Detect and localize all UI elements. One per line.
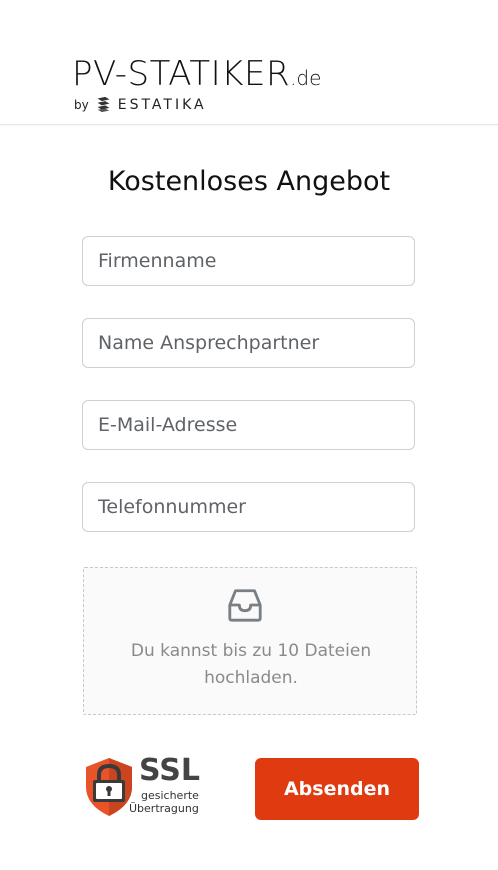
inbox-icon <box>228 589 262 622</box>
ssl-badge: SSL gesicherte Übertragung <box>84 753 206 819</box>
upload-hint: Du kannst bis zu 10 Dateien hochladen. <box>94 638 408 692</box>
brand-logo[interactable]: PV-STATIKER.de <box>72 54 321 98</box>
ssl-title: SSL <box>139 753 200 788</box>
estatika-label: ESTATIKA <box>117 96 207 113</box>
ssl-subtitle-line1: gesicherte <box>141 789 199 802</box>
padlock-shield-icon <box>86 758 132 816</box>
by-estatika: by ESTATIKA <box>74 96 207 113</box>
email-input[interactable] <box>82 400 415 450</box>
estatika-logo-icon <box>97 96 110 113</box>
upload-hint-line1: Du kannst bis zu 10 Dateien <box>130 641 372 661</box>
form-title: Kostenloses Angebot <box>107 166 391 197</box>
brand-tld: .de <box>290 66 322 90</box>
submit-button[interactable]: Absenden <box>255 758 419 820</box>
upload-hint-line2: hochladen. <box>204 668 298 688</box>
file-upload-dropzone[interactable]: Du kannst bis zu 10 Dateien hochladen. <box>83 567 417 715</box>
by-label: by <box>74 97 89 112</box>
site-header: PV-STATIKER.de by ESTATIKA <box>0 0 498 125</box>
company-name-input[interactable] <box>82 236 415 286</box>
phone-input[interactable] <box>82 482 415 532</box>
brand-name: PV-STATIKER.de <box>72 54 322 94</box>
ssl-subtitle-line2: Übertragung <box>129 802 199 815</box>
contact-name-input[interactable] <box>82 318 415 368</box>
